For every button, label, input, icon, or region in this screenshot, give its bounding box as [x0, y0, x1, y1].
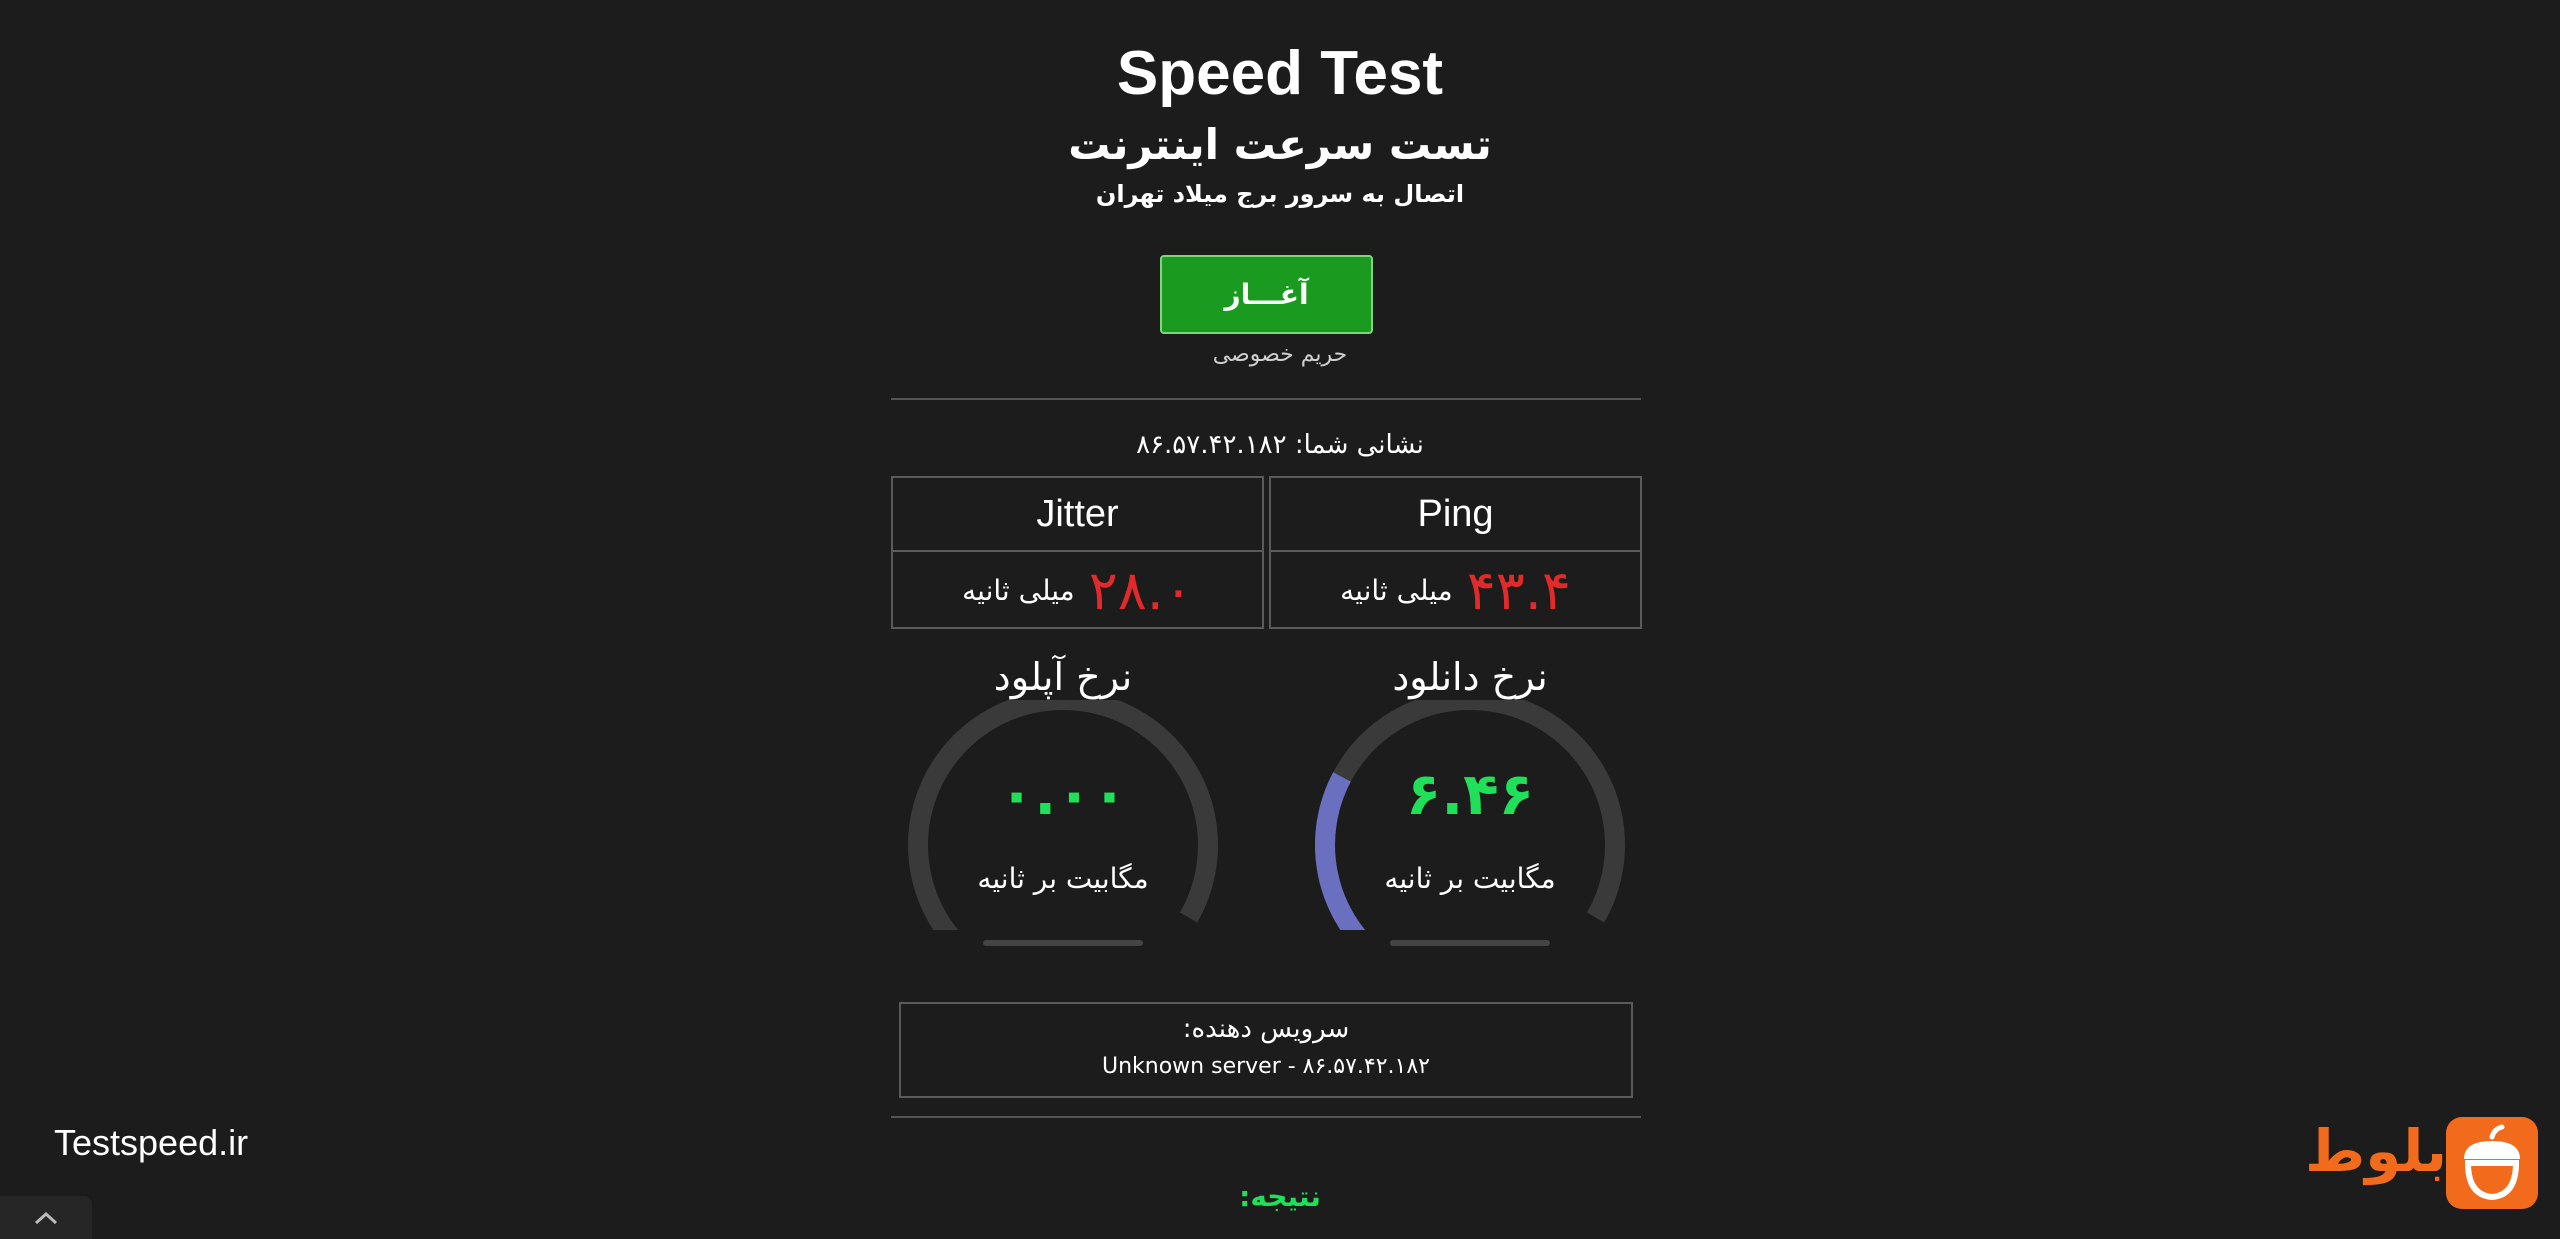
upload-unit: مگابیت بر ثانیه — [977, 862, 1149, 895]
provider-box: سرویس دهنده: Unknown server - ۸۶.۵۷.۴۲.۱… — [899, 1002, 1633, 1098]
ping-value: ۴۳.۴ — [1466, 559, 1571, 622]
jitter-box: Jitter ۲۸.۰ میلی ثانیه — [891, 476, 1264, 629]
brand-logo — [2446, 1117, 2538, 1209]
jitter-label: Jitter — [893, 478, 1262, 552]
server-info: اتصال به سرور برج میلاد تهران — [1095, 180, 1465, 208]
download-progress-bar — [1390, 940, 1550, 946]
ping-label: Ping — [1271, 478, 1640, 552]
site-watermark: Testspeed.ir — [54, 1122, 249, 1163]
jitter-unit: میلی ثانیه — [962, 574, 1075, 607]
ping-body: ۴۳.۴ میلی ثانیه — [1271, 552, 1640, 629]
download-unit: مگابیت بر ثانیه — [1384, 862, 1556, 895]
scroll-up-button[interactable] — [0, 1196, 92, 1239]
provider-value: Unknown server - ۸۶.۵۷.۴۲.۱۸۲ — [1101, 1054, 1430, 1079]
provider-label: سرویس دهنده: — [1182, 1014, 1350, 1044]
chevron-up-icon — [34, 1211, 58, 1224]
jitter-value: ۲۸.۰ — [1088, 559, 1193, 622]
page-title: Speed Test — [1116, 39, 1444, 108]
upload-title: نرخ آپلود — [993, 655, 1133, 699]
jitter-body: ۲۸.۰ میلی ثانیه — [893, 552, 1262, 629]
result-label: نتیجه: — [1239, 1180, 1321, 1213]
download-title: نرخ دانلود — [1392, 655, 1548, 699]
download-value: ۶.۴۶ — [1405, 760, 1535, 828]
ping-box: Ping ۴۳.۴ میلی ثانیه — [1269, 476, 1642, 629]
divider-top — [891, 398, 1641, 400]
upload-value: ۰.۰۰ — [998, 760, 1128, 828]
brand-name: بلوط — [2305, 1117, 2448, 1185]
upload-progress-bar — [983, 940, 1143, 946]
privacy-link[interactable]: حریم خصوصی — [0, 342, 2560, 367]
ping-unit: میلی ثانیه — [1340, 574, 1453, 607]
divider-bottom — [891, 1116, 1641, 1118]
acorn-icon — [2464, 1124, 2520, 1201]
start-button[interactable]: آغـــاز — [1160, 255, 1373, 334]
page-subtitle: تست سرعت اینترنت — [1068, 120, 1492, 169]
ip-address: نشانی شما: ۸۶.۵۷.۴۲.۱۸۲ — [1136, 430, 1424, 460]
